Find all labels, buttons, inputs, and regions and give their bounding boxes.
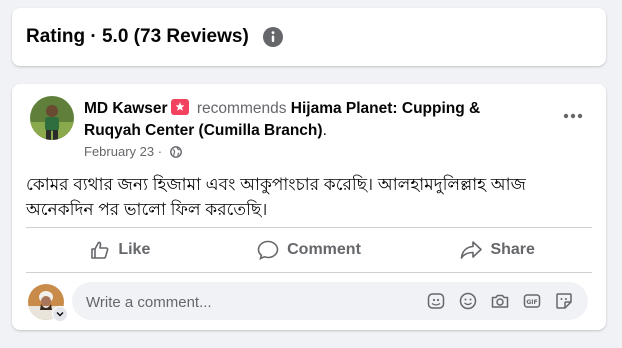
info-icon[interactable]: [262, 27, 283, 47]
post-date[interactable]: February 23: [84, 144, 154, 159]
like-label: Like: [118, 241, 151, 258]
share-button[interactable]: Share: [403, 233, 592, 267]
header-period: .: [322, 122, 327, 139]
comment-label: Comment: [287, 241, 361, 258]
post-header: MD Kawser recommends Hijama Planet: Cupp…: [84, 98, 524, 142]
review-post-card: MD Kawser recommends Hijama Planet: Cupp…: [12, 84, 606, 330]
emoji-icon[interactable]: [458, 291, 478, 311]
chevron-down-icon: [56, 312, 64, 317]
like-button[interactable]: Like: [26, 233, 215, 267]
share-arrow-icon: [461, 241, 483, 259]
rating-title: Rating · 5.0 (73 Reviews): [26, 26, 249, 47]
recommend-flag-icon: [170, 99, 189, 115]
svg-text:GIF: GIF: [526, 299, 537, 306]
camera-icon[interactable]: [490, 291, 510, 311]
comment-tools: GIF: [426, 291, 574, 311]
post-text: কোমর ব্যথার জন্য হিজামা এবং আকুপাংচার কর…: [26, 175, 526, 219]
comment-button[interactable]: Comment: [215, 233, 404, 267]
thumbs-up-icon: [91, 241, 109, 259]
more-options-button[interactable]: [558, 106, 588, 126]
rating-heading: Rating · 5.0 (73 Reviews): [26, 26, 283, 48]
author-name[interactable]: MD Kawser: [84, 100, 168, 117]
avatar-sticker-icon[interactable]: [426, 291, 446, 311]
sticker-icon[interactable]: [554, 291, 574, 311]
divider: [26, 227, 592, 228]
profile-switcher-button[interactable]: [52, 306, 68, 322]
more-dots-icon: [563, 113, 583, 119]
recommends-label: recommends: [196, 100, 287, 117]
post-actions: Like Comment Share: [26, 233, 592, 267]
comment-box: GIF: [72, 282, 588, 322]
globe-icon: [169, 145, 182, 158]
divider: [26, 272, 592, 273]
rating-card: Rating · 5.0 (73 Reviews): [12, 8, 606, 66]
share-label: Share: [490, 241, 535, 258]
author-avatar[interactable]: [30, 96, 74, 140]
post-meta: February 23 ·: [84, 144, 182, 159]
gif-icon[interactable]: GIF: [522, 291, 542, 311]
comment-input[interactable]: [84, 282, 428, 322]
comment-bubble-icon: [257, 240, 279, 260]
meta-separator: ·: [154, 144, 166, 159]
